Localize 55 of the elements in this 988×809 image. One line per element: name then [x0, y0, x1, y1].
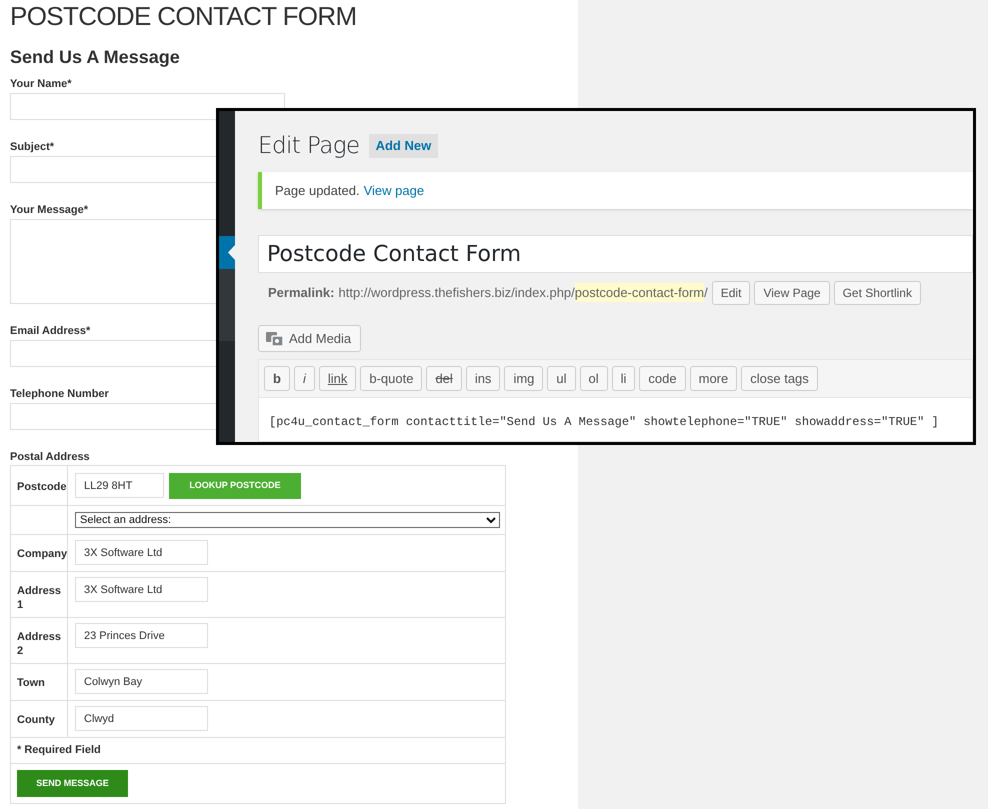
notice-text: Page updated. — [275, 182, 360, 200]
permalink-label: Permalink: — [268, 284, 334, 302]
permalink-slug[interactable]: postcode-contact-form — [574, 282, 704, 302]
field-label: Your Message* — [10, 203, 88, 217]
send-message-button[interactable]: SEND MESSAGE — [17, 770, 128, 797]
add-new-button[interactable]: Add New — [368, 134, 438, 158]
format-button[interactable]: more — [690, 366, 738, 391]
format-button[interactable]: ul — [547, 366, 576, 391]
sidebar-submenu — [219, 269, 235, 341]
format-button[interactable]: b — [264, 366, 290, 391]
view-page-link[interactable]: View page — [364, 180, 424, 200]
format-button[interactable]: img — [504, 366, 544, 391]
row-label: Address 2 — [11, 618, 68, 663]
row-label: County — [11, 701, 68, 737]
row-label: Address 1 — [11, 572, 68, 617]
address-field[interactable]: 3X Software Ltd — [75, 540, 208, 565]
media-icon — [266, 330, 284, 346]
format-button[interactable]: code — [639, 366, 686, 391]
format-button[interactable]: close tags — [741, 366, 818, 391]
format-button[interactable]: li — [612, 366, 636, 391]
permalink-button[interactable]: View Page — [754, 280, 830, 304]
address-select[interactable]: Select an address: — [75, 512, 500, 528]
field-label: Email Address* — [10, 324, 90, 338]
permalink-button[interactable]: Get Shortlink — [834, 280, 921, 304]
page-heading: Edit Page — [258, 132, 360, 161]
format-button[interactable]: ol — [580, 366, 608, 391]
format-button[interactable]: i — [294, 366, 315, 391]
permalink-slash: / — [704, 284, 708, 302]
address-field[interactable]: Colwyn Bay — [75, 669, 208, 694]
add-media-button[interactable]: Add Media — [258, 325, 361, 352]
postal-address-label: Postal Address — [10, 450, 90, 464]
format-button[interactable]: del — [426, 366, 462, 391]
format-button[interactable]: b-quote — [360, 366, 422, 391]
input-field[interactable] — [10, 403, 216, 430]
address-field[interactable]: 23 Princes Drive — [75, 623, 208, 648]
required-note: * Required Field — [17, 743, 101, 758]
address-field[interactable]: 3X Software Ltd — [75, 577, 208, 602]
format-button[interactable]: link — [318, 366, 356, 391]
row-label: Postcode — [11, 466, 68, 505]
form-heading: Send Us A Message — [10, 46, 180, 69]
address-field[interactable]: Clwyd — [75, 706, 208, 731]
permalink-button[interactable]: Edit — [712, 280, 750, 304]
form-title: POSTCODE CONTACT FORM — [10, 0, 358, 33]
input-field[interactable] — [10, 340, 216, 367]
row-label: Town — [11, 664, 68, 700]
page-title-field[interactable]: Postcode Contact Form — [258, 235, 973, 273]
field-label: Subject* — [10, 140, 54, 154]
format-button[interactable]: ins — [466, 366, 500, 391]
field-label: Telephone Number — [10, 387, 109, 401]
postcode-field[interactable]: LL29 8HT — [75, 473, 164, 498]
input-field[interactable] — [10, 156, 216, 183]
field-label: Your Name* — [10, 77, 72, 91]
row-label: Company — [11, 535, 68, 571]
permalink-url: http://wordpress.thefishers.biz/index.php/ — [338, 284, 575, 302]
shortcode-text: [pc4u_contact_form contacttitle="Send Us A Message" showtelephone="TRUE" showaddress="TRUE" ] — [269, 415, 939, 429]
